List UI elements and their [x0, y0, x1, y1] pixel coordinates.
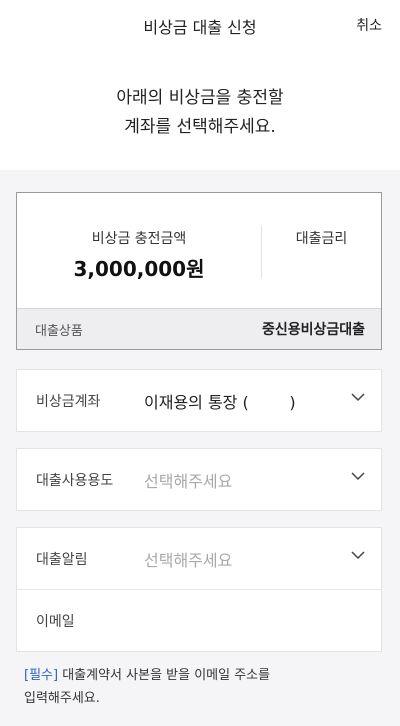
purpose-field-card: 대출사용용도 선택해주세요	[16, 448, 382, 511]
loan-summary-card: 비상금 충전금액 3,000,000원 대출금리 대출상품 중신용비상금대출	[16, 192, 382, 350]
cancel-button[interactable]: 취소	[356, 15, 382, 35]
email-label: 이메일	[36, 614, 75, 630]
amount-label: 비상금 충전금액	[91, 231, 187, 247]
product-label: 대출상품	[35, 324, 83, 339]
summary-top: 비상금 충전금액 3,000,000원 대출금리	[17, 193, 381, 309]
notice-text-2: 입력해주세요.	[24, 691, 100, 706]
email-input[interactable]	[144, 604, 348, 636]
chevron-down-icon	[351, 472, 365, 481]
account-label: 비상금계좌	[36, 394, 101, 410]
alert-select[interactable]: 대출알림 선택해주세요	[17, 528, 381, 589]
intro-line-2: 계좌를 선택해주세요.	[124, 117, 276, 137]
amount-value: 3,000,000원	[73, 257, 205, 281]
chevron-down-icon	[351, 551, 365, 560]
intro-text: 아래의 비상금을 충전할 계좌를 선택해주세요.	[0, 84, 400, 142]
alert-label: 대출알림	[36, 552, 88, 568]
account-value: 이재용의 통장 ( )	[144, 393, 296, 412]
rate-column: 대출금리	[262, 193, 381, 309]
account-field-card: 비상금계좌 이재용의 통장 ( )	[16, 369, 382, 432]
product-row: 대출상품 중신용비상금대출	[17, 308, 381, 349]
chevron-down-icon	[351, 393, 365, 402]
required-tag: [필수]	[24, 668, 59, 683]
alert-placeholder: 선택해주세요	[144, 551, 233, 570]
top-section: 비상금 대출 신청 취소 아래의 비상금을 충전할 계좌를 선택해주세요.	[0, 0, 400, 170]
header: 비상금 대출 신청 취소	[0, 0, 400, 50]
alert-email-card: 대출알림 선택해주세요 이메일	[16, 527, 382, 652]
purpose-placeholder: 선택해주세요	[144, 472, 233, 491]
intro-line-1: 아래의 비상금을 충전할	[116, 88, 284, 108]
account-select[interactable]: 비상금계좌 이재용의 통장 ( )	[17, 370, 381, 431]
email-row: 이메일	[17, 590, 381, 651]
amount-column: 비상금 충전금액 3,000,000원	[17, 193, 261, 309]
rate-label: 대출금리	[295, 231, 348, 247]
purpose-label: 대출사용용도	[36, 473, 114, 489]
product-value: 중신용비상금대출	[261, 322, 365, 338]
page-title: 비상금 대출 신청	[143, 18, 257, 37]
purpose-select[interactable]: 대출사용용도 선택해주세요	[17, 449, 381, 510]
email-notice: [필수] 대출계약서 사본을 받을 이메일 주소를 입력해주세요.	[24, 664, 364, 710]
notice-text-1: 대출계약서 사본을 받을 이메일 주소를	[58, 668, 271, 683]
